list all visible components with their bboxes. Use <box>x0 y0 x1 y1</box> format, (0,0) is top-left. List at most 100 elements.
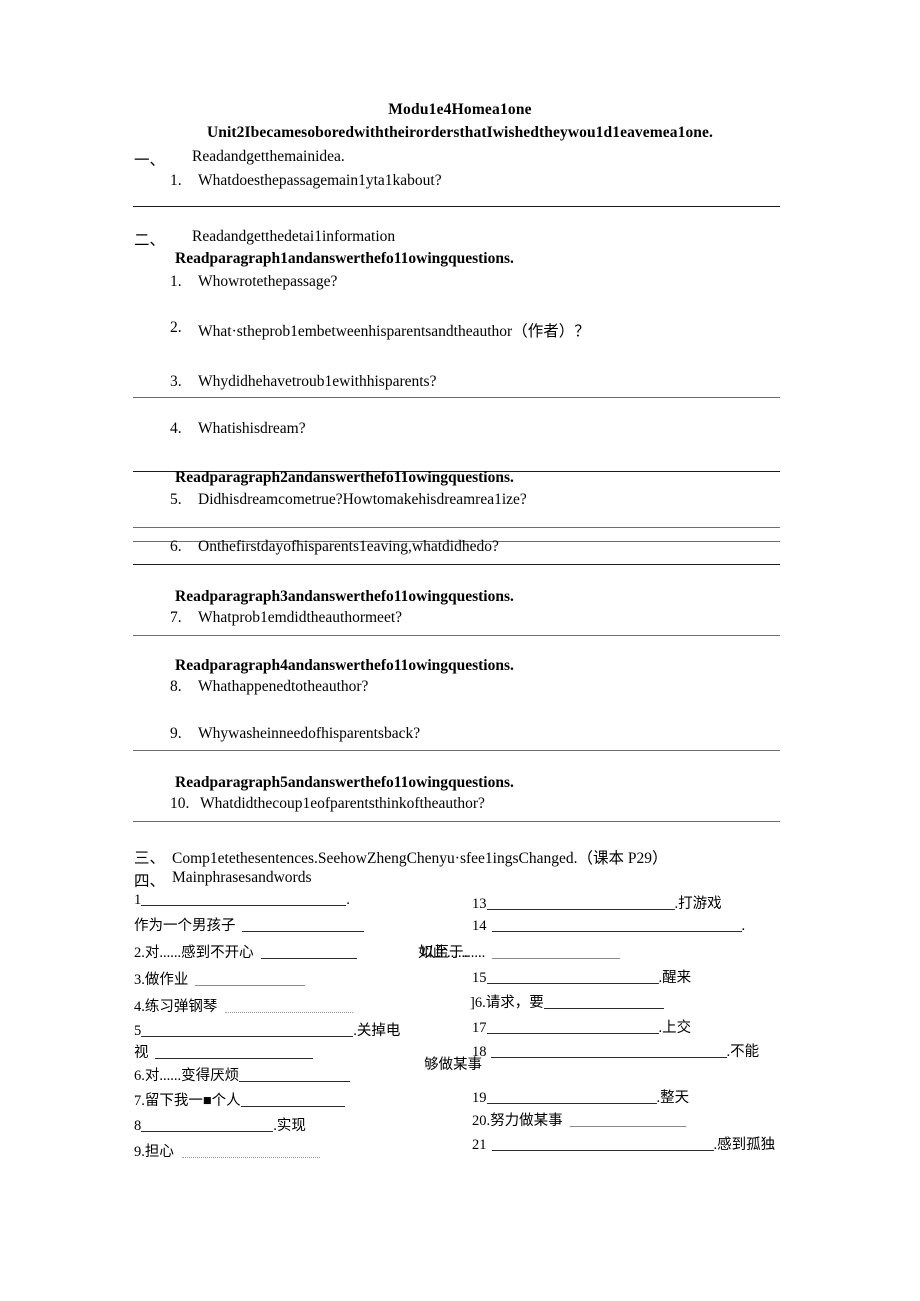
phrase-blank[interactable] <box>154 1045 313 1059</box>
phrase-left-item[interactable]: 2.对......感到不开心 <box>134 941 357 962</box>
paragraph-2-heading: Readparagraph2andanswerthefo11owingquest… <box>175 469 514 486</box>
page-title-line1: Modu1e4Homea1one <box>388 101 532 118</box>
question-item-number: 6. <box>170 538 182 555</box>
phrase-number: 8 <box>134 1118 142 1134</box>
section-two-heading: Readandgetthedetai1information <box>192 228 396 245</box>
section-three-text: Comp1etethesentences.SeehowZhengChenyu·s… <box>172 850 668 867</box>
phrase-right-item[interactable]: 20.努力做某事 <box>472 1109 686 1130</box>
section-four-text: Mainphrasesandwords <box>172 869 312 886</box>
paragraph-3-heading: Readparagraph3andanswerthefo11owingquest… <box>175 588 514 605</box>
phrase-blank[interactable] <box>486 1020 659 1034</box>
phrase-right-item[interactable]: 17 .上交 <box>472 1016 691 1037</box>
phrase-left-item[interactable]: 7.留下我一■个人 <box>134 1089 345 1110</box>
phrase-blank[interactable] <box>141 892 347 906</box>
phrase-blank[interactable] <box>486 896 675 910</box>
phrase-before: 留下我一■个人 <box>144 1093 241 1109</box>
question-1-number: 1. <box>170 172 182 189</box>
phrase-right-item[interactable]: 21 .感到孤独 <box>472 1133 775 1154</box>
phrase-overflow-so-that: 如此...... <box>418 945 469 961</box>
phrase-before: 视 <box>134 1045 149 1061</box>
phrase-after: .整天 <box>656 1090 690 1106</box>
question-item-number: 4. <box>170 420 182 437</box>
phrase-blank[interactable] <box>181 1144 320 1158</box>
phrase-before: 努力做某事 <box>490 1113 563 1129</box>
phrase-blank[interactable] <box>543 995 664 1009</box>
phrase-number: 21 <box>472 1137 487 1153</box>
answer-rule-q9 <box>133 750 780 751</box>
phrase-blank[interactable] <box>486 1090 657 1104</box>
phrase-blank[interactable] <box>241 918 364 932</box>
page-title-line2: Unit2IbecamesoboredwiththeirordersthatIw… <box>207 124 713 141</box>
phrase-number: 19 <box>472 1090 487 1106</box>
section-three-marker: 三、 <box>134 850 166 867</box>
question-item-text: Whydidhehavetroub1ewithhisparents? <box>198 373 437 390</box>
question-item-number: 7. <box>170 609 182 626</box>
question-item-number: 8. <box>170 678 182 695</box>
question-item-number: 9. <box>170 725 182 742</box>
phrase-number: 2. <box>134 945 145 961</box>
phrase-blank[interactable] <box>141 1118 274 1132</box>
phrase-before: 担心 <box>144 1144 174 1160</box>
phrase-number: ]6. <box>470 995 486 1011</box>
phrase-blank[interactable] <box>492 945 621 959</box>
phrase-right-item[interactable]: 19 .整天 <box>472 1086 689 1107</box>
answer-rule-q10 <box>133 821 780 822</box>
answer-rule-q5 <box>133 527 780 528</box>
phrase-left-item[interactable]: 6.对......变得厌烦 <box>134 1064 351 1085</box>
section-two-marker: 二、 <box>134 232 166 249</box>
question-item-text: Onthefirstdayofhisparents1eaving,whatdid… <box>198 538 499 555</box>
phrase-right-item[interactable]: 14. <box>472 918 745 935</box>
phrase-blank[interactable] <box>569 1113 686 1127</box>
phrase-blank[interactable] <box>486 970 659 984</box>
phrase-blank[interactable] <box>490 1044 727 1058</box>
phrase-after: .关掉电 <box>353 1023 401 1039</box>
phrase-blank[interactable] <box>491 1137 714 1151</box>
phrase-number: 7. <box>134 1093 145 1109</box>
phrase-after: .醒来 <box>658 970 692 986</box>
paragraph-1-heading: Readparagraph1andanswerthefo11owingquest… <box>175 250 514 267</box>
phrase-blank[interactable] <box>195 972 306 986</box>
phrase-blank[interactable] <box>491 918 742 932</box>
phrase-before: 作为一个男孩子 <box>134 918 236 934</box>
answer-rule-q3 <box>133 397 780 398</box>
phrase-right-item[interactable]: 18 .不能 <box>472 1040 759 1061</box>
paragraph-5-heading: Readparagraph5andanswerthefo11owingquest… <box>175 774 514 791</box>
phrase-left-item[interactable]: 8 .实现 <box>134 1114 306 1135</box>
phrase-number: 4. <box>134 999 145 1015</box>
phrase-blank[interactable] <box>260 945 357 959</box>
phrase-after: . <box>741 918 746 934</box>
phrase-right-item[interactable]: 15 .醒来 <box>472 966 691 987</box>
phrase-number: 13 <box>472 896 487 912</box>
question-item-text: Whatishisdream? <box>198 420 306 437</box>
question-item-text: Didhisdreamcometrue?Howtomakehisdreamrea… <box>198 491 527 508</box>
question-item-number: 2. <box>170 319 182 336</box>
phrase-blank[interactable] <box>225 999 354 1013</box>
phrase-after: .实现 <box>273 1118 306 1134</box>
phrase-blank[interactable] <box>141 1023 354 1037</box>
phrase-left-item[interactable]: 4.练习弹钢琴 <box>134 995 354 1016</box>
phrase-after: . <box>346 892 350 908</box>
phrase-left-item[interactable]: 1. <box>134 892 350 909</box>
phrase-right-item[interactable]: ]6.请求，要 <box>470 991 664 1012</box>
paragraph-4-heading: Readparagraph4andanswerthefo11owingquest… <box>175 657 514 674</box>
phrase-left-item[interactable]: 作为一个男孩子 <box>134 914 364 935</box>
phrase-number: 6. <box>134 1068 145 1084</box>
question-item-text: Whathappenedtotheauthor? <box>198 678 369 695</box>
section-one-marker: 一、 <box>134 152 166 169</box>
question-1-text: Whatdoesthepassagemain1yta1kabout? <box>198 172 442 189</box>
question-item-number: 3. <box>170 373 182 390</box>
phrase-after: .不能 <box>726 1044 760 1060</box>
answer-rule-q1 <box>133 206 780 207</box>
phrase-number: 20. <box>472 1113 491 1129</box>
phrase-left-item[interactable]: 视 <box>134 1041 313 1062</box>
phrase-right-item[interactable]: 13 .打游戏 <box>472 892 722 913</box>
phrase-left-item[interactable]: 5 .关掉电 <box>134 1019 400 1040</box>
phrase-left-item[interactable]: 3.做作业 <box>134 968 306 989</box>
worksheet-page: Modu1e4Homea1one Unit2Ibecamesoboredwith… <box>0 0 920 1301</box>
phrase-blank[interactable] <box>240 1093 345 1107</box>
question-item-number: 1. <box>170 273 182 290</box>
phrase-left-item[interactable]: 9.担心 <box>134 1140 320 1161</box>
phrase-blank[interactable] <box>239 1068 351 1082</box>
phrase-number: 1 <box>134 892 142 908</box>
phrase-overflow-enough-to: 够做某事 <box>424 1057 482 1073</box>
